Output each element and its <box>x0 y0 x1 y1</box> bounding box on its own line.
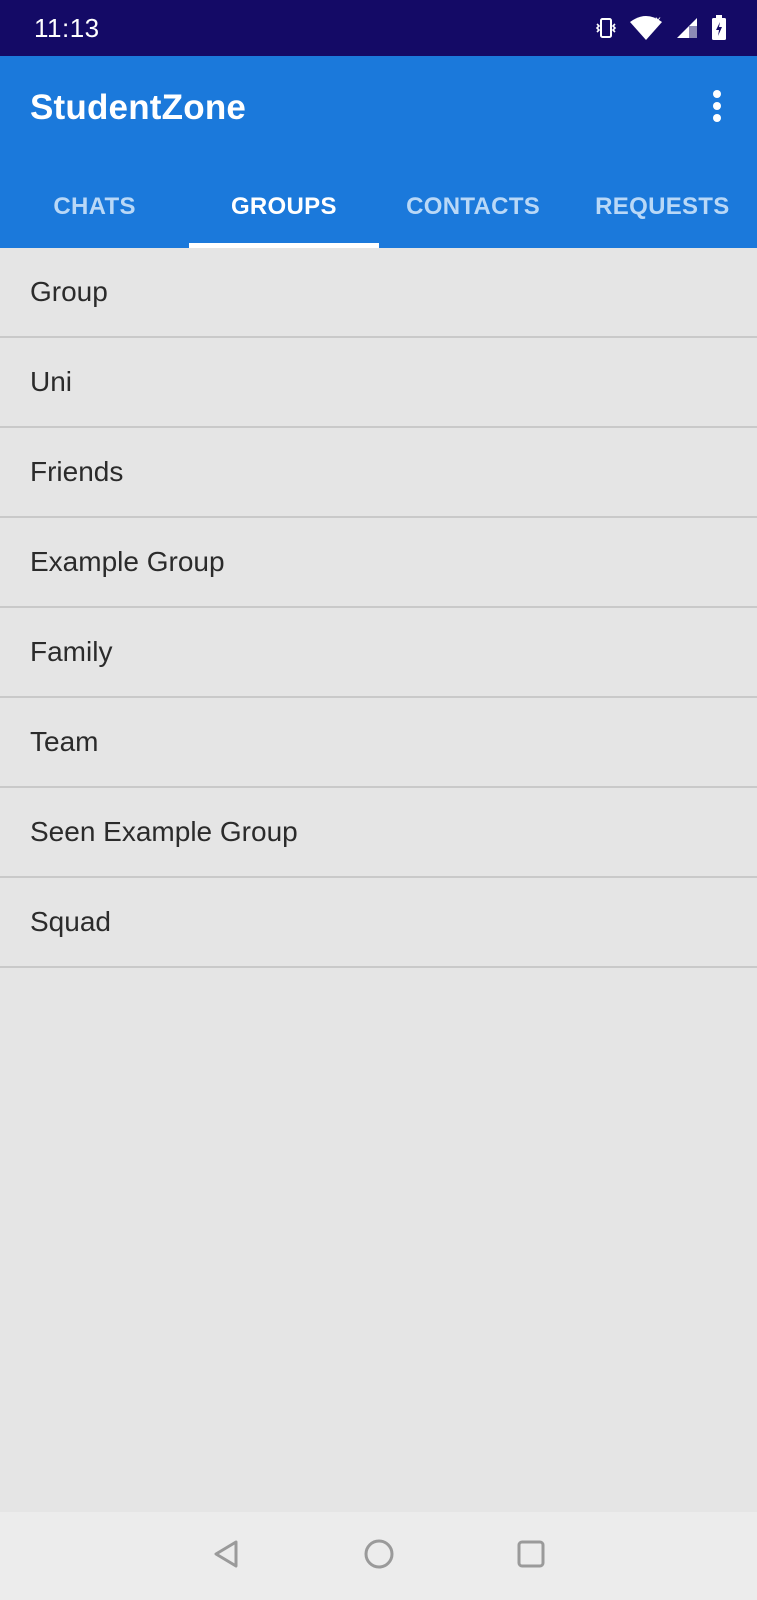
svg-text:x: x <box>655 15 661 26</box>
overflow-menu-button[interactable] <box>699 86 735 130</box>
tab-groups[interactable]: GROUPS <box>189 166 379 248</box>
more-vert-icon <box>712 89 722 128</box>
group-list: Group Uni Friends Example Group Family T… <box>0 248 757 968</box>
group-item-uni[interactable]: Uni <box>0 338 757 428</box>
tab-requests[interactable]: REQUESTS <box>568 166 757 248</box>
vibrate-icon <box>595 16 617 40</box>
status-time: 11:13 <box>34 12 100 43</box>
system-nav-bar <box>0 1512 757 1600</box>
group-item-seen-example-group[interactable]: Seen Example Group <box>0 788 757 878</box>
back-button[interactable] <box>207 1536 247 1576</box>
back-icon <box>212 1539 242 1574</box>
group-item-team[interactable]: Team <box>0 698 757 788</box>
app-title: StudentZone <box>30 88 247 127</box>
tab-contacts[interactable]: CONTACTS <box>379 166 568 248</box>
tab-chats[interactable]: CHATS <box>0 166 189 248</box>
status-bar: 11:13 x <box>0 0 757 56</box>
group-item-family[interactable]: Family <box>0 608 757 698</box>
wifi-icon: x <box>629 15 663 41</box>
recents-icon <box>516 1539 546 1574</box>
group-item-group[interactable]: Group <box>0 248 757 338</box>
home-icon <box>363 1538 395 1575</box>
recents-button[interactable] <box>511 1536 551 1576</box>
battery-charging-icon <box>711 15 727 41</box>
app-bar: StudentZone CHATS GROUPS CONTACTS REQUES… <box>0 56 757 248</box>
home-button[interactable] <box>359 1536 399 1576</box>
group-item-squad[interactable]: Squad <box>0 878 757 968</box>
group-item-example-group[interactable]: Example Group <box>0 518 757 608</box>
tab-bar: CHATS GROUPS CONTACTS REQUESTS <box>0 166 757 248</box>
group-item-friends[interactable]: Friends <box>0 428 757 518</box>
signal-icon <box>675 16 699 40</box>
status-icons: x <box>595 15 727 41</box>
